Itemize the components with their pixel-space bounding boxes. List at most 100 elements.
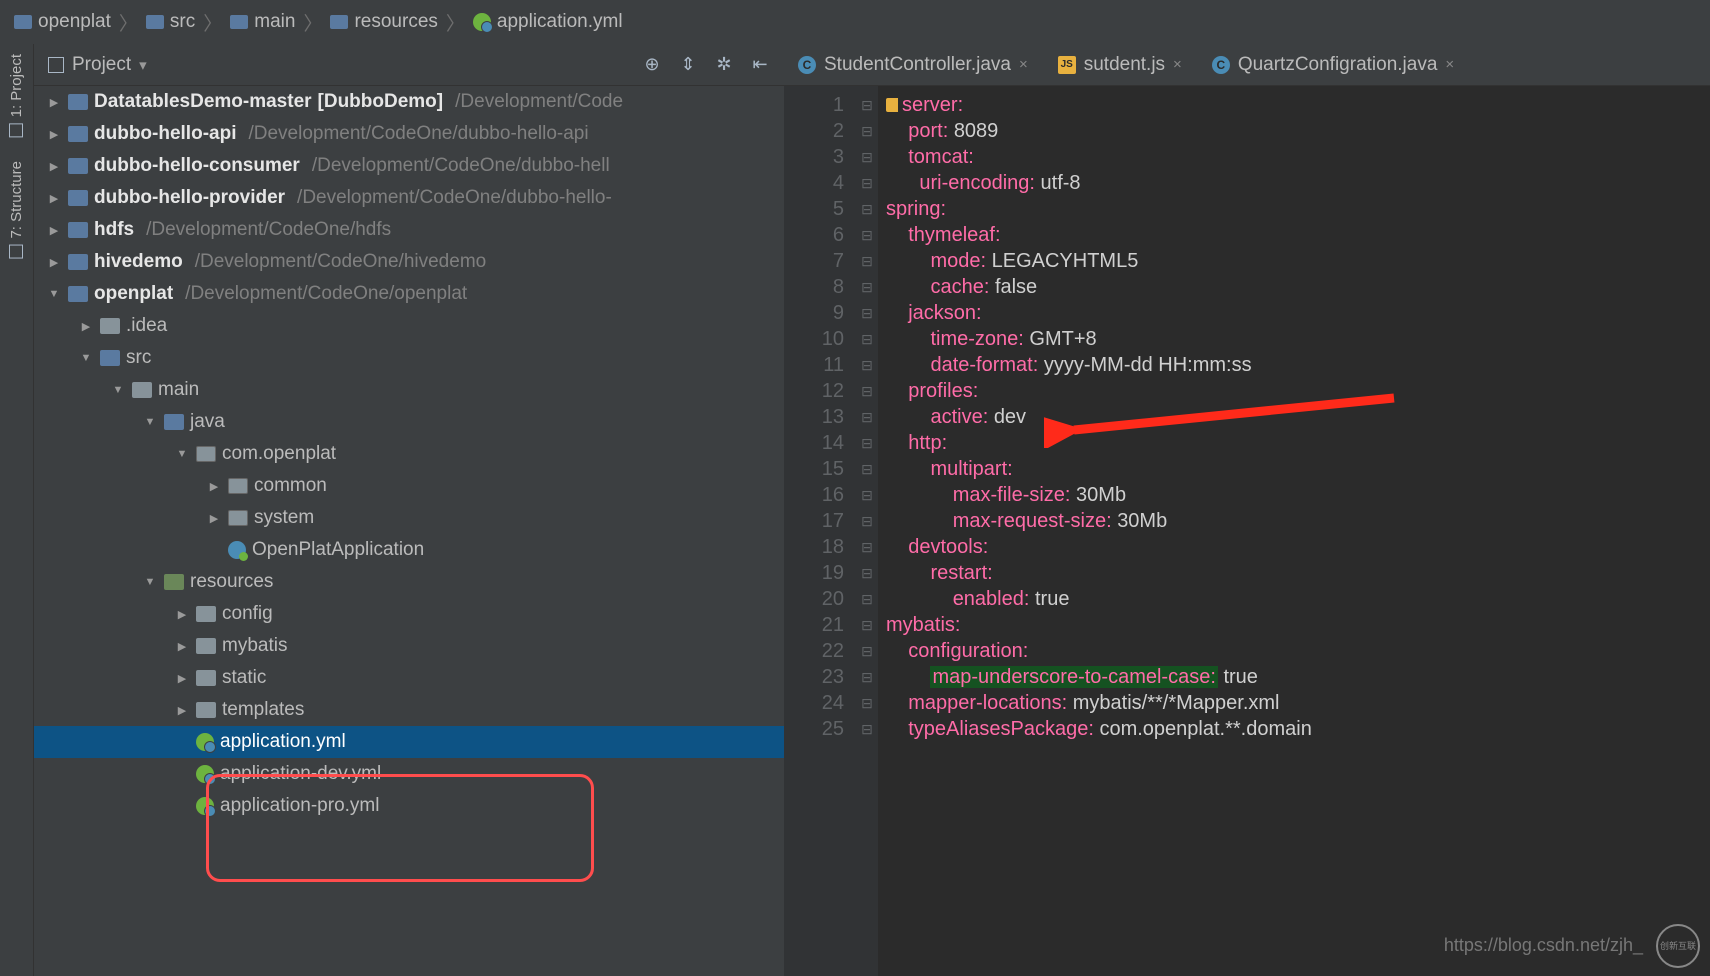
project-tree[interactable]: DatatablesDemo-master [DubboDemo]/Develo… (34, 86, 784, 976)
tree-row[interactable]: main (34, 374, 784, 406)
code-line[interactable]: mode: LEGACYHTML5 (886, 248, 1710, 274)
code-line[interactable]: jackson: (886, 300, 1710, 326)
code-line[interactable]: date-format: yyyy-MM-dd HH:mm:ss (886, 352, 1710, 378)
close-icon[interactable]: × (1173, 56, 1182, 73)
tree-row[interactable]: static (34, 662, 784, 694)
tree-row[interactable]: java (34, 406, 784, 438)
chevron-icon[interactable] (46, 192, 62, 205)
code-line[interactable]: mapper-locations: mybatis/**/*Mapper.xml (886, 690, 1710, 716)
tree-item-path: /Development/CodeOne/dubbo-hello- (297, 187, 612, 209)
tree-row[interactable]: application.yml (34, 726, 784, 758)
breadcrumb-openplat[interactable]: openplat (14, 11, 111, 33)
fold-gutter[interactable]: ⊟⊟⊟⊟⊟⊟⊟⊟⊟⊟⊟⊟⊟⊟⊟⊟⊟⊟⊟⊟⊟⊟⊟⊟⊟ (856, 86, 878, 976)
tree-row[interactable]: openplat/Development/CodeOne/openplat (34, 278, 784, 310)
close-icon[interactable]: × (1445, 56, 1454, 73)
package-icon (228, 478, 248, 494)
chevron-icon[interactable] (174, 608, 190, 621)
code-line[interactable]: thymeleaf: (886, 222, 1710, 248)
tree-row[interactable]: system (34, 502, 784, 534)
chevron-icon[interactable] (46, 96, 62, 109)
tree-row[interactable]: com.openplat (34, 438, 784, 470)
tree-row[interactable]: resources (34, 566, 784, 598)
tree-item-path: /Development/Code (455, 91, 623, 113)
chevron-icon[interactable] (78, 352, 94, 364)
breadcrumb-src[interactable]: src (146, 11, 195, 33)
tree-row[interactable]: OpenPlatApplication (34, 534, 784, 566)
tree-row[interactable]: DatatablesDemo-master [DubboDemo]/Develo… (34, 86, 784, 118)
chevron-icon[interactable] (46, 288, 62, 300)
tree-row[interactable]: dubbo-hello-api/Development/CodeOne/dubb… (34, 118, 784, 150)
tree-row[interactable]: hivedemo/Development/CodeOne/hivedemo (34, 246, 784, 278)
chevron-icon[interactable] (206, 512, 222, 525)
close-icon[interactable]: × (1019, 56, 1028, 73)
toolwindow-project[interactable]: 1: Project (8, 54, 25, 137)
breadcrumb-file[interactable]: application.yml (473, 11, 623, 33)
tree-row[interactable]: dubbo-hello-consumer/Development/CodeOne… (34, 150, 784, 182)
code-line[interactable]: port: 8089 (886, 118, 1710, 144)
code-line[interactable]: spring: (886, 196, 1710, 222)
chevron-icon[interactable] (142, 576, 158, 588)
hide-icon[interactable]: ⇤ (750, 55, 770, 75)
chevron-icon[interactable] (142, 416, 158, 428)
editor-tab[interactable]: JSsutdent.js× (1058, 54, 1182, 76)
chevron-icon[interactable] (174, 448, 190, 460)
code-line[interactable]: typeAliasesPackage: com.openplat.**.doma… (886, 716, 1710, 742)
tree-item-label: templates (222, 699, 304, 721)
folder-icon (14, 15, 32, 29)
collapse-icon[interactable]: ⇕ (678, 55, 698, 75)
code-line[interactable]: uri-encoding: utf-8 (886, 170, 1710, 196)
code-line[interactable]: enabled: true (886, 586, 1710, 612)
code-body[interactable]: server: port: 8089 tomcat: uri-encoding:… (878, 86, 1710, 976)
code-line[interactable]: max-request-size: 30Mb (886, 508, 1710, 534)
chevron-icon[interactable] (46, 224, 62, 237)
breadcrumb-main[interactable]: main (230, 11, 295, 33)
tree-row[interactable]: hdfs/Development/CodeOne/hdfs (34, 214, 784, 246)
code-line[interactable]: active: dev (886, 404, 1710, 430)
tree-row[interactable]: templates (34, 694, 784, 726)
code-line[interactable]: cache: false (886, 274, 1710, 300)
code-line[interactable]: profiles: (886, 378, 1710, 404)
chevron-icon[interactable] (174, 640, 190, 653)
code-line[interactable]: server: (886, 92, 1710, 118)
chevron-right-icon: 〉 (203, 9, 222, 36)
tree-item-label: com.openplat (222, 443, 336, 465)
code-line[interactable]: time-zone: GMT+8 (886, 326, 1710, 352)
tree-row[interactable]: config (34, 598, 784, 630)
spring-icon (196, 765, 214, 783)
chevron-icon[interactable] (174, 704, 190, 717)
tree-row[interactable]: common (34, 470, 784, 502)
chevron-icon[interactable] (46, 128, 62, 141)
tree-row[interactable]: dubbo-hello-provider/Development/CodeOne… (34, 182, 784, 214)
tree-row[interactable]: application-dev.yml (34, 758, 784, 790)
code-line[interactable]: mybatis: (886, 612, 1710, 638)
code-line[interactable]: map-underscore-to-camel-case: true (886, 664, 1710, 690)
tree-row[interactable]: application-pro.yml (34, 790, 784, 822)
chevron-down-icon[interactable]: ▾ (139, 56, 147, 74)
breadcrumb-resources[interactable]: resources (330, 11, 437, 33)
tree-row[interactable]: src (34, 342, 784, 374)
code-line[interactable]: tomcat: (886, 144, 1710, 170)
code-line[interactable]: multipart: (886, 456, 1710, 482)
code-line[interactable]: http: (886, 430, 1710, 456)
chevron-icon[interactable] (46, 256, 62, 269)
code-line[interactable]: max-file-size: 30Mb (886, 482, 1710, 508)
code-line[interactable]: restart: (886, 560, 1710, 586)
chevron-icon[interactable] (110, 384, 126, 396)
editor-tab[interactable]: CQuartzConfigration.java× (1212, 54, 1454, 76)
toolwindow-structure[interactable]: 7: Structure (8, 161, 25, 259)
code-line[interactable]: devtools: (886, 534, 1710, 560)
chevron-icon[interactable] (78, 320, 94, 333)
tree-row[interactable]: .idea (34, 310, 784, 342)
locate-icon[interactable]: ⊕ (642, 55, 662, 75)
java-file-icon: C (1212, 56, 1230, 74)
code-line[interactable]: configuration: (886, 638, 1710, 664)
tree-row[interactable]: mybatis (34, 630, 784, 662)
code-area[interactable]: 1234567891011121314151617181920212223242… (784, 86, 1710, 976)
tree-item-path: /Development/CodeOne/openplat (185, 283, 467, 305)
gear-icon[interactable]: ✲ (714, 55, 734, 75)
editor-tab[interactable]: CStudentController.java× (798, 54, 1028, 76)
chevron-icon[interactable] (174, 672, 190, 685)
chevron-icon[interactable] (206, 480, 222, 493)
tree-item-label: hivedemo (94, 251, 183, 273)
chevron-icon[interactable] (46, 160, 62, 173)
